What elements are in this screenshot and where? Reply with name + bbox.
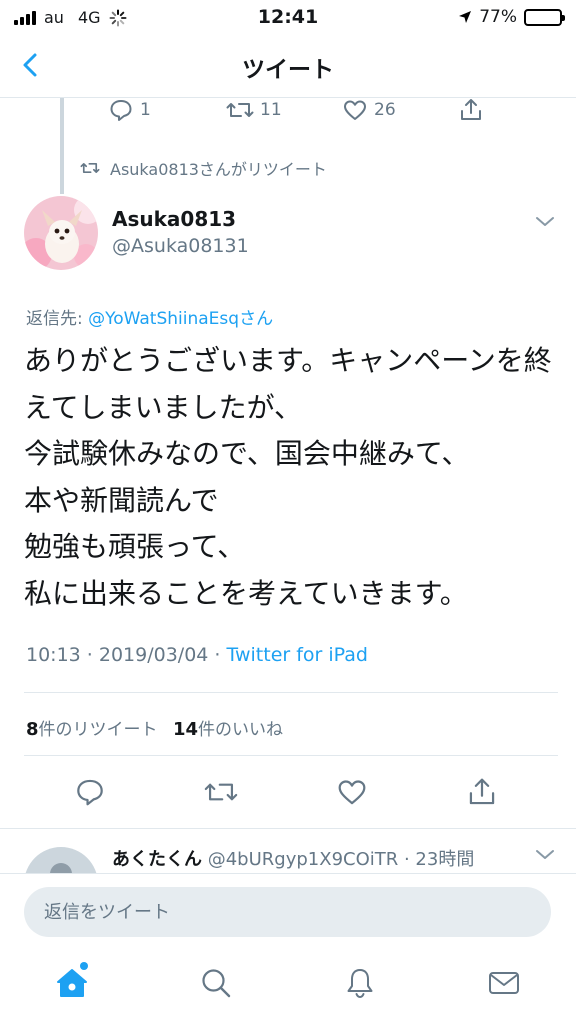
reply-author-meta: @4bURgyp1X9COiTR · 23時間: [202, 849, 475, 870]
heart-icon: [344, 100, 366, 120]
reply-composer-bar: [0, 873, 576, 949]
reply-button[interactable]: [74, 776, 106, 808]
tweet-timestamp: 10:13 · 2019/03/04 ·: [26, 644, 227, 666]
thread-connector-line: [60, 98, 64, 194]
reply-author-name[interactable]: あくたくん: [112, 849, 202, 870]
search-icon: [202, 969, 231, 998]
tweet-source-link[interactable]: Twitter for iPad: [227, 644, 368, 666]
reply-to-line: 返信先: @YoWatShiinaEsqさん: [26, 304, 273, 329]
like-count: 14: [172, 719, 198, 740]
tab-search[interactable]: [198, 965, 234, 1001]
tweet-stats: 8件のリツイート 14件のいいね: [26, 715, 283, 740]
reply-author-line: あくたくん @4bURgyp1X9COiTR · 23時間: [112, 845, 474, 871]
reply-to-mention-link[interactable]: @YoWatShiinaEsqさん: [88, 309, 273, 329]
bell-icon: [347, 969, 373, 999]
like-count-label: 件のいいね: [198, 720, 283, 740]
retweet-small-icon: [80, 163, 100, 173]
previous-like-button[interactable]: 26: [342, 97, 396, 123]
chevron-down-icon: [536, 850, 554, 859]
tab-messages[interactable]: [486, 965, 522, 1001]
retweeted-by-note: Asuka0813さんがリツイート: [80, 156, 327, 180]
tweet-timestamp-line: 10:13 · 2019/03/04 · Twitter for iPad: [26, 644, 368, 666]
previous-retweet-button[interactable]: 11: [226, 97, 282, 123]
share-button[interactable]: [466, 776, 498, 808]
reply-icon: [77, 779, 103, 806]
previous-tweet-actions: 1 11 26: [108, 97, 508, 127]
battery-icon: [524, 8, 565, 26]
tweet-options-button[interactable]: [534, 214, 556, 234]
author-handle[interactable]: @Asuka08131: [112, 235, 249, 257]
reply-input[interactable]: [24, 887, 551, 937]
reply-author-avatar[interactable]: [24, 847, 98, 876]
home-icon: [57, 969, 87, 997]
status-bar: au 4G 12:41 77%: [0, 0, 576, 34]
heart-icon: [338, 780, 366, 805]
tab-notifications[interactable]: [342, 965, 378, 1001]
reply-to-prefix: 返信先:: [26, 309, 89, 329]
status-right: 77%: [458, 7, 565, 27]
chihuahua-avatar-image: [24, 196, 98, 270]
previous-reply-button[interactable]: 1: [108, 97, 151, 123]
retweet-stats-link[interactable]: 8件のリツイート: [26, 719, 158, 740]
divider: [24, 692, 558, 693]
author-avatar[interactable]: [24, 196, 98, 270]
bottom-tab-bar: [0, 949, 576, 1024]
previous-retweet-count: 11: [260, 100, 282, 120]
reply-icon: [110, 100, 132, 121]
like-stats-link[interactable]: 14件のいいね: [172, 719, 283, 740]
share-icon: [469, 778, 495, 805]
tab-home[interactable]: [54, 965, 90, 1001]
previous-like-count: 26: [374, 100, 396, 120]
new-content-dot: [80, 962, 88, 970]
retweet-icon: [226, 103, 254, 117]
page-title: ツイート: [242, 57, 334, 83]
like-button[interactable]: [336, 776, 368, 808]
previous-share-button[interactable]: [458, 97, 484, 123]
divider: [24, 755, 558, 756]
envelope-icon: [489, 972, 519, 994]
retweet-button[interactable]: [204, 776, 238, 808]
battery-percent: 77%: [479, 7, 517, 27]
share-icon: [461, 99, 481, 120]
reply-tweet-preview[interactable]: あくたくん @4bURgyp1X9COiTR · 23時間: [0, 828, 576, 876]
previous-reply-count: 1: [140, 100, 151, 120]
reply-options-button[interactable]: [534, 847, 556, 867]
navigation-bar: ツイート: [0, 34, 576, 98]
retweet-count: 8: [26, 719, 39, 740]
author-name[interactable]: Asuka0813: [112, 207, 236, 231]
tweet-action-bar: [0, 776, 576, 812]
tweet-text: ありがとうございます。キャンペーンを終えてしまいましたが、 今試験休みなので、国…: [24, 344, 552, 610]
retweeted-by-text: Asuka0813さんがリツイート: [110, 160, 327, 179]
retweet-icon: [204, 783, 238, 801]
location-arrow-icon: [459, 11, 472, 23]
chevron-down-icon: [536, 217, 554, 226]
retweet-count-label: 件のリツイート: [38, 720, 158, 740]
